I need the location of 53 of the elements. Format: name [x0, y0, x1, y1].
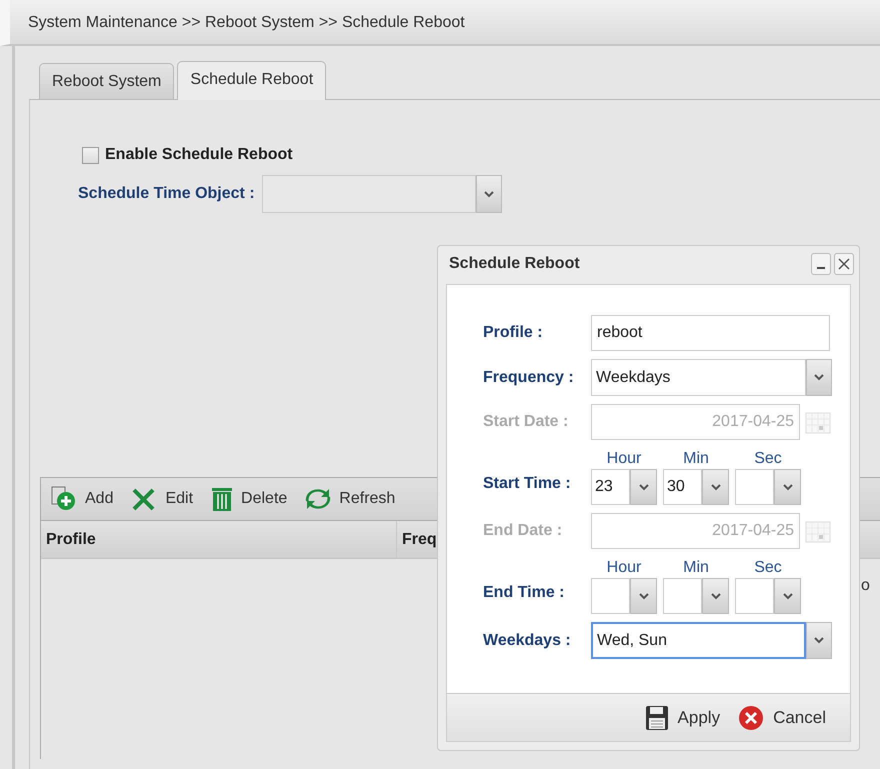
- time-caption: Min: [683, 450, 709, 468]
- save-icon: [644, 704, 669, 730]
- refresh-icon: [305, 488, 332, 510]
- time-caption: Hour: [606, 559, 642, 577]
- field-label: Start Date :: [483, 413, 570, 431]
- dropdown[interactable]: [735, 578, 801, 614]
- time-caption: Sec: [754, 559, 782, 577]
- minimize-icon: [816, 267, 826, 269]
- caret-icon: [710, 592, 720, 600]
- caret-icon: [638, 484, 648, 490]
- toolbar-button[interactable]: Edit: [131, 486, 194, 512]
- caret-icon: [814, 374, 824, 381]
- field-label: Weekdays :: [483, 632, 572, 650]
- time-caption: Sec: [754, 450, 782, 468]
- caret-icon: [484, 190, 494, 198]
- checkbox-label: Enable Schedule Reboot: [105, 146, 293, 164]
- tab[interactable]: Schedule Reboot: [177, 61, 326, 100]
- toolbar-button[interactable]: Delete: [211, 486, 288, 512]
- add-icon: [51, 486, 77, 512]
- caret-icon: [710, 484, 720, 490]
- table-text: o: [861, 577, 870, 595]
- toolbar-button[interactable]: Add: [51, 486, 114, 512]
- time-caption: Min: [683, 559, 709, 577]
- dropdown[interactable]: [591, 578, 657, 614]
- tools-icon: [131, 486, 158, 512]
- checkbox[interactable]: [82, 146, 99, 164]
- time-caption: Hour: [606, 450, 642, 468]
- field-label: End Date :: [483, 522, 564, 540]
- field-label: Frequency :: [483, 368, 575, 386]
- column-header[interactable]: Profile: [41, 521, 397, 558]
- field-label: Start Time :: [483, 475, 572, 494]
- close-icon: [838, 258, 850, 270]
- close-button[interactable]: [834, 253, 854, 275]
- caret-icon: [782, 484, 792, 490]
- dropdown[interactable]: [262, 175, 502, 213]
- tab[interactable]: Reboot System: [39, 63, 174, 99]
- toolbar-button[interactable]: Refresh: [305, 488, 396, 510]
- field-label: End Time :: [483, 584, 566, 603]
- dropdown[interactable]: [663, 578, 729, 614]
- caret-icon: [782, 592, 792, 600]
- cancel-button[interactable]: Cancel: [738, 704, 826, 730]
- dropdown[interactable]: [735, 469, 801, 505]
- breadcrumb: System Maintenance >> Reboot System >> Schedule Reboot: [0, 0, 880, 46]
- minimize-button[interactable]: [811, 253, 831, 275]
- field-label: Profile :: [483, 324, 544, 342]
- caret-icon: [814, 637, 824, 644]
- cancel-icon: [738, 704, 764, 730]
- caret-icon: [638, 592, 648, 600]
- apply-button[interactable]: Apply: [644, 704, 720, 730]
- input-field[interactable]: reboot: [591, 315, 830, 351]
- dialog-title: Schedule Reboot: [449, 255, 580, 273]
- field-label: Schedule Time Object :: [78, 185, 255, 203]
- trash-icon: [211, 486, 234, 512]
